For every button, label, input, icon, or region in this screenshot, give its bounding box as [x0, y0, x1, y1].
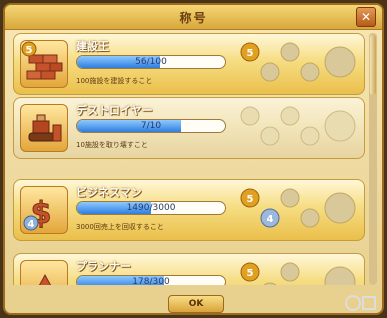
- medal-empty-icon: [280, 42, 300, 62]
- planner-icon: [20, 260, 68, 285]
- titles-dialog: 称号 ✕ 5 建設王 56/100 100施設を建設すること 5 デストロイヤー…: [3, 3, 384, 315]
- progress-bar: 1490/3000: [76, 201, 226, 215]
- title-list[interactable]: 5 建設王 56/100 100施設を建設すること 5 デストロイヤー 7/10…: [13, 33, 365, 285]
- progress-bar: 56/100: [76, 55, 226, 69]
- bulldozer-icon: [20, 104, 68, 152]
- medal-large-empty-icon: [324, 46, 356, 78]
- svg-text:5: 5: [247, 48, 254, 59]
- medal-gold-icon: 5: [240, 188, 260, 208]
- title-description: 3000回売上を回収すること: [76, 223, 164, 231]
- scrollbar-thumb[interactable]: [370, 35, 376, 95]
- medal-empty-icon: [240, 106, 260, 126]
- dollar-icon: $ 4: [20, 186, 68, 234]
- medal-empty-icon: [300, 62, 320, 82]
- medal-large-empty-icon: [324, 266, 356, 285]
- medal-empty-icon: [260, 126, 280, 146]
- medal-empty-icon: [263, 282, 277, 285]
- svg-text:5: 5: [26, 45, 33, 56]
- progress-text: 56/100: [135, 57, 167, 67]
- title-card-planner[interactable]: プランナー 178/300 5: [13, 253, 365, 285]
- medal-empty-icon: [300, 126, 320, 146]
- title-card-destroyer[interactable]: デストロイヤー 7/10 10施設を取り壊すこと: [13, 97, 365, 159]
- list-scrollbar[interactable]: [369, 33, 377, 285]
- medal-row: [240, 106, 356, 146]
- watermark-logo: [345, 295, 376, 311]
- progress-text: 178/300: [132, 277, 170, 285]
- title-name: 建設王: [76, 40, 109, 53]
- medal-empty-icon: [280, 262, 300, 282]
- svg-text:4: 4: [267, 214, 274, 225]
- medal-large-empty-icon: [324, 192, 356, 224]
- title-name: ビジネスマン: [76, 186, 142, 199]
- dialog-title: 称号: [179, 11, 208, 25]
- medal-row: 5 4: [240, 188, 356, 228]
- svg-text:5: 5: [247, 194, 254, 205]
- svg-text:5: 5: [247, 268, 254, 279]
- title-name: プランナー: [76, 260, 131, 273]
- title-name: デストロイヤー: [76, 104, 153, 117]
- progress-text: 1490/3000: [126, 203, 176, 213]
- progress-bar: 178/300: [76, 275, 226, 285]
- close-button[interactable]: ✕: [356, 7, 376, 27]
- progress-text: 7/10: [140, 121, 162, 131]
- title-description: 10施設を取り壊すこと: [76, 141, 148, 149]
- dialog-titlebar: 称号 ✕: [5, 5, 382, 30]
- level-badge: 4: [23, 215, 39, 231]
- medal-row: 5: [240, 42, 356, 82]
- title-description: 100施設を建設すること: [76, 77, 153, 85]
- medal-large-empty-icon: [324, 110, 356, 142]
- medal-empty-icon: [300, 208, 320, 228]
- medal-gold-icon: 5: [240, 262, 260, 282]
- medal-empty-icon: [280, 188, 300, 208]
- medal-row: 5: [240, 262, 356, 285]
- ok-button[interactable]: OK: [168, 295, 224, 313]
- medal-empty-icon: [260, 62, 280, 82]
- level-badge: 5: [21, 41, 37, 57]
- svg-text:4: 4: [28, 219, 35, 230]
- bricks-icon: 5: [20, 40, 68, 88]
- medal-silver-icon: 4: [260, 208, 280, 228]
- progress-bar: 7/10: [76, 119, 226, 133]
- medal-gold-icon: 5: [240, 42, 260, 62]
- title-card-businessman[interactable]: $ 4 ビジネスマン 1490/3000 3000回売上を回収すること 5 4: [13, 179, 365, 241]
- title-card-builder[interactable]: 5 建設王 56/100 100施設を建設すること 5: [13, 33, 365, 95]
- medal-empty-icon: [280, 106, 300, 126]
